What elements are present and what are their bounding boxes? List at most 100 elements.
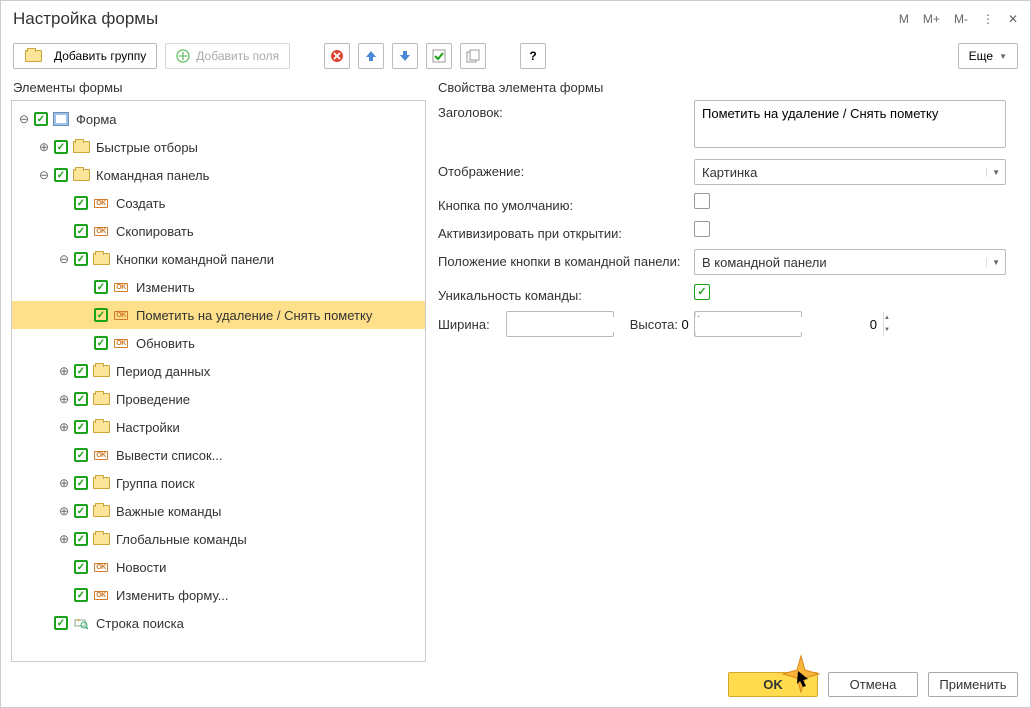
visibility-checkbox[interactable]: ✓	[74, 196, 88, 210]
tree-row[interactable]: ·✓OKИзменить форму...	[12, 581, 425, 609]
visibility-checkbox[interactable]: ✓	[74, 532, 88, 546]
tree-row[interactable]: ·✓OKСоздать	[12, 189, 425, 217]
tree-row[interactable]: ·✓+Строка поиска	[12, 609, 425, 637]
expand-icon[interactable]: ⊕	[58, 477, 70, 489]
visibility-checkbox[interactable]: ✓	[74, 252, 88, 266]
visibility-checkbox[interactable]: ✓	[74, 392, 88, 406]
tree-row[interactable]: ⊖ ✓ Кнопки командной панели	[12, 245, 425, 273]
help-icon: ?	[529, 49, 536, 63]
footer: OK Отмена Применить	[1, 662, 1030, 707]
height-input[interactable]: ▲▼	[694, 311, 802, 337]
folder-icon	[92, 476, 110, 490]
tree-scroll[interactable]: ⊖✓Форма⊕✓Быстрые отборы⊖✓Командная панел…	[11, 100, 426, 662]
tree-row[interactable]: ·✓OKПометить на удаление / Снять пометку	[12, 301, 425, 329]
visibility-checkbox[interactable]: ✓	[94, 280, 108, 294]
tree-row[interactable]: ⊕✓Глобальные команды	[12, 525, 425, 553]
prop-display-label: Отображение:	[438, 159, 694, 179]
more-dots-button[interactable]: ⋮	[982, 12, 994, 26]
apply-button[interactable]: Применить	[928, 672, 1018, 697]
visibility-checkbox[interactable]: ✓	[74, 364, 88, 378]
tree-row[interactable]: ⊖ ✓ Командная панель	[12, 161, 425, 189]
close-button[interactable]: ✕	[1008, 12, 1018, 26]
visibility-checkbox[interactable]: ✓	[74, 420, 88, 434]
m-button[interactable]: M	[899, 12, 909, 26]
tree-item-label: Командная панель	[96, 168, 209, 183]
add-folder-icon	[24, 49, 42, 63]
folder-icon	[92, 504, 110, 518]
tree-row[interactable]: ⊕✓Период данных	[12, 357, 425, 385]
width-input[interactable]: ▲▼	[506, 311, 614, 337]
m-plus-button[interactable]: M+	[923, 12, 940, 26]
tree-item-label: Создать	[116, 196, 165, 211]
ok-button[interactable]: OK	[728, 672, 818, 697]
tree-row[interactable]: ·✓OKВывести список...	[12, 441, 425, 469]
tree-row[interactable]: ·✓OKНовости	[12, 553, 425, 581]
visibility-checkbox[interactable]: ✓	[94, 336, 108, 350]
right-pane-header: Свойства элемента формы	[438, 75, 1018, 100]
tree-row[interactable]: ·✓OKСкопировать	[12, 217, 425, 245]
visibility-checkbox[interactable]: ✓	[74, 224, 88, 238]
expand-icon[interactable]: ⊕	[58, 421, 70, 433]
tree-row[interactable]: ⊕✓Важные команды	[12, 497, 425, 525]
visibility-checkbox[interactable]: ✓	[54, 616, 68, 630]
height-down-icon[interactable]: ▼	[884, 324, 890, 336]
sheet-check-icon	[432, 49, 446, 63]
tree-item-label: Скопировать	[116, 224, 194, 239]
visibility-checkbox[interactable]: ✓	[74, 448, 88, 462]
default-button-checkbox[interactable]	[694, 193, 710, 209]
tree-item-label: Изменить	[136, 280, 195, 295]
height-label: Высота:	[630, 317, 678, 332]
collapse-icon[interactable]: ⊖	[38, 169, 50, 181]
tree-row[interactable]: ·✓OKИзменить	[12, 273, 425, 301]
folder-icon	[92, 392, 110, 406]
tree-row[interactable]: ·✓OKОбновить	[12, 329, 425, 357]
expand-icon[interactable]: ⊕	[58, 365, 70, 377]
window-title: Настройка формы	[13, 9, 158, 29]
visibility-checkbox[interactable]: ✓	[34, 112, 48, 126]
more-button[interactable]: Еще ▼	[958, 43, 1018, 69]
tree-row[interactable]: ⊖✓Форма	[12, 105, 425, 133]
expand-icon[interactable]: ⊕	[58, 533, 70, 545]
tree-row[interactable]: ⊕✓Группа поиск	[12, 469, 425, 497]
position-select[interactable]: В командной панели	[694, 249, 1006, 275]
apply-settings-button[interactable]	[426, 43, 452, 69]
cancel-button[interactable]: Отмена	[828, 672, 918, 697]
display-select[interactable]: Картинка	[694, 159, 1006, 185]
expand-icon[interactable]: ⊕	[58, 505, 70, 517]
visibility-checkbox[interactable]: ✓	[74, 504, 88, 518]
title-input[interactable]	[694, 100, 1006, 148]
tree-row[interactable]: ⊕✓Быстрые отборы	[12, 133, 425, 161]
titlebar: Настройка формы M M+ M- ⋮ ✕	[1, 1, 1030, 37]
prop-title-label: Заголовок:	[438, 100, 694, 120]
visibility-checkbox[interactable]: ✓	[74, 560, 88, 574]
width-label: Ширина:	[438, 317, 490, 332]
visibility-checkbox[interactable]: ✓	[54, 140, 68, 154]
tree-item-label: Проведение	[116, 392, 190, 407]
copy-settings-button[interactable]	[460, 43, 486, 69]
height-up-icon[interactable]: ▲	[884, 312, 890, 324]
collapse-icon[interactable]: ⊖	[18, 113, 30, 125]
move-up-button[interactable]	[358, 43, 384, 69]
move-down-button[interactable]	[392, 43, 418, 69]
tree-row[interactable]: ⊕ ✓ Проведение	[12, 385, 425, 413]
visibility-checkbox[interactable]: ✓	[74, 588, 88, 602]
add-group-button[interactable]: Добавить группу	[13, 43, 157, 69]
expand-icon[interactable]: ⊕	[38, 141, 50, 153]
visibility-checkbox[interactable]: ✓	[94, 308, 108, 322]
tree-item-label: Пометить на удаление / Снять пометку	[136, 308, 372, 323]
delete-button[interactable]	[324, 43, 350, 69]
expand-icon[interactable]: ⊕	[58, 393, 70, 405]
folder-icon	[92, 532, 110, 546]
visibility-checkbox[interactable]: ✓	[54, 168, 68, 182]
help-button[interactable]: ?	[520, 43, 546, 69]
activate-checkbox[interactable]	[694, 221, 710, 237]
tree-row[interactable]: ⊕ ✓ Настройки	[12, 413, 425, 441]
prop-unique-label: Уникальность команды:	[438, 283, 694, 303]
tree-item-label: Кнопки командной панели	[116, 252, 274, 267]
m-minus-button[interactable]: M-	[954, 12, 968, 26]
tree-item-label: Настройки	[116, 420, 180, 435]
visibility-checkbox[interactable]: ✓	[74, 476, 88, 490]
collapse-icon[interactable]: ⊖	[58, 253, 70, 265]
tree-item-label: Строка поиска	[96, 616, 184, 631]
unique-checkbox[interactable]: ✓	[694, 284, 710, 300]
